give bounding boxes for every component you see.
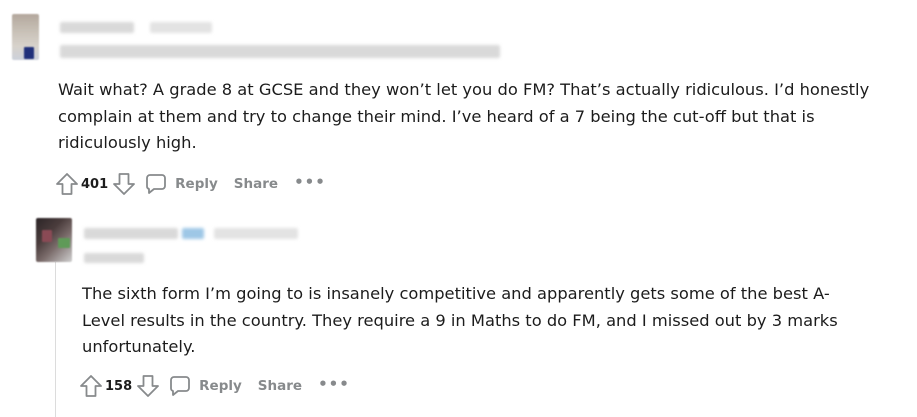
comment-actions: 158 Reply Share ••• [80, 372, 350, 400]
comment-body: The sixth form I’m going to is insanely … [82, 284, 838, 356]
flair-badge-redacted [182, 228, 204, 239]
vote-count: 158 [105, 378, 133, 394]
timestamp-redacted [150, 22, 212, 33]
speech-bubble-icon [145, 173, 167, 195]
comment-actions: 401 Reply Share ••• [56, 170, 326, 198]
arrow-down-icon[interactable] [137, 374, 160, 398]
vote-count: 401 [81, 176, 109, 192]
flair-redacted [84, 253, 144, 263]
username-redacted[interactable] [60, 22, 134, 33]
reply-button[interactable]: Reply [169, 375, 242, 397]
reply-button[interactable]: Reply [145, 173, 218, 195]
arrow-up-icon[interactable] [80, 374, 102, 398]
avatar[interactable] [12, 14, 39, 60]
arrow-up-icon[interactable] [56, 172, 78, 196]
reply-label: Reply [199, 378, 242, 394]
flair-redacted [60, 45, 500, 58]
speech-bubble-icon [169, 375, 191, 397]
share-button[interactable]: Share [258, 378, 302, 394]
comment-thread: Wait what? A grade 8 at GCSE and they wo… [0, 0, 917, 417]
avatar[interactable] [36, 218, 72, 262]
username-redacted[interactable] [84, 228, 178, 239]
reply-label: Reply [175, 176, 218, 192]
comment-body: Wait what? A grade 8 at GCSE and they wo… [58, 80, 870, 152]
arrow-down-icon[interactable] [113, 172, 136, 196]
timestamp-redacted [214, 228, 298, 239]
more-options-button[interactable]: ••• [294, 175, 326, 191]
thread-line[interactable] [55, 262, 56, 417]
more-options-button[interactable]: ••• [318, 377, 350, 393]
share-button[interactable]: Share [234, 176, 278, 192]
